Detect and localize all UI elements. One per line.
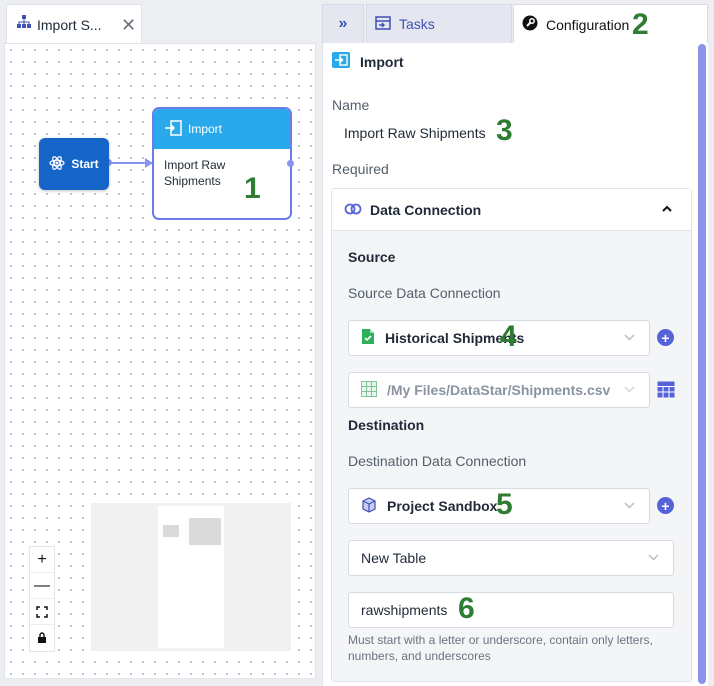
table-name-value: rawshipments (361, 602, 448, 618)
zoom-out-icon[interactable]: — (30, 573, 54, 599)
destination-heading: Destination (348, 417, 425, 433)
import-node-title: Import (188, 122, 223, 136)
source-connection-label: Source Data Connection (348, 285, 501, 301)
minimap-node (163, 525, 179, 537)
table-name-input[interactable]: rawshipments (348, 592, 674, 628)
source-connection-dropdown[interactable]: Historical Shipments (348, 320, 650, 356)
file-icon (361, 328, 375, 348)
add-destination-connection-button[interactable]: + (657, 497, 674, 514)
data-connection-header[interactable]: Data Connection (332, 189, 691, 231)
table-name-hint: Must start with a letter or underscore, … (348, 633, 653, 663)
annotation-1: 1 (244, 172, 261, 205)
annotation-2: 2 (632, 8, 649, 41)
tab-configuration[interactable]: Configuration (513, 4, 708, 44)
chevron-down-icon (648, 552, 659, 564)
tab-tasks-label: Tasks (399, 16, 435, 32)
chevron-down-icon (624, 332, 635, 344)
annotation-4: 4 (500, 320, 517, 353)
start-node[interactable]: Start (39, 138, 109, 190)
tasks-icon (375, 15, 391, 33)
annotation-5: 5 (496, 488, 513, 521)
import-node-body: Import Raw Shipments (164, 158, 226, 188)
import-icon (332, 52, 350, 71)
workflow-panel: Import S... ✕ Start Import Import Raw Sh… (0, 0, 318, 686)
chevron-up-icon[interactable] (661, 202, 673, 216)
sitemap-icon (17, 15, 31, 34)
scrollbar[interactable] (698, 44, 706, 684)
link-icon (344, 202, 362, 218)
import-node-header: Import (154, 109, 290, 149)
collapse-panel-button[interactable]: » (322, 4, 364, 44)
zoom-controls: + — (29, 546, 55, 652)
name-label: Name (332, 97, 370, 113)
tab-workflow-label: Import S... (37, 16, 102, 33)
properties-panel: » Tasks Configuration 2 Import Name Impo… (322, 0, 714, 686)
source-path-dropdown[interactable]: /My Files/DataStar/Shipments.csv (348, 372, 650, 408)
fit-view-icon[interactable] (30, 599, 54, 625)
step-type-header: Import (332, 52, 404, 71)
required-label: Required (332, 161, 389, 177)
data-connection-title: Data Connection (370, 201, 482, 218)
output-port-dot[interactable] (287, 160, 294, 167)
wrench-icon (522, 15, 538, 34)
atom-icon (49, 155, 65, 174)
zoom-in-icon[interactable]: + (30, 547, 54, 573)
table-mode-dropdown[interactable]: New Table (348, 540, 674, 576)
tab-tasks[interactable]: Tasks (366, 4, 512, 44)
tab-configuration-label: Configuration (546, 16, 630, 33)
properties-tabbar: » Tasks Configuration (322, 4, 714, 44)
lock-icon[interactable] (30, 625, 54, 651)
minimap-node (189, 518, 221, 545)
table-mode-value: New Table (361, 550, 427, 566)
tab-workflow[interactable]: Import S... ✕ (6, 4, 142, 44)
chevron-down-icon (624, 500, 635, 512)
destination-connection-label: Destination Data Connection (348, 453, 527, 469)
minimap[interactable] (91, 503, 291, 651)
annotation-6: 6 (458, 592, 475, 625)
source-path-value: /My Files/DataStar/Shipments.csv (387, 382, 611, 398)
source-heading: Source (348, 249, 396, 265)
cube-icon (361, 496, 377, 516)
import-node[interactable]: Import Import Raw Shipments (152, 107, 292, 220)
import-icon (164, 119, 182, 139)
start-node-label: Start (71, 157, 99, 171)
annotation-3: 3 (496, 114, 513, 147)
add-source-connection-button[interactable]: + (657, 329, 674, 346)
close-icon[interactable]: ✕ (121, 16, 136, 34)
spreadsheet-icon (361, 380, 377, 400)
name-value[interactable]: Import Raw Shipments (344, 125, 486, 141)
destination-connection-value: Project Sandbox (387, 498, 498, 514)
step-type-title: Import (360, 53, 404, 70)
table-picker-icon[interactable] (657, 381, 675, 403)
chevron-down-icon (624, 384, 635, 396)
